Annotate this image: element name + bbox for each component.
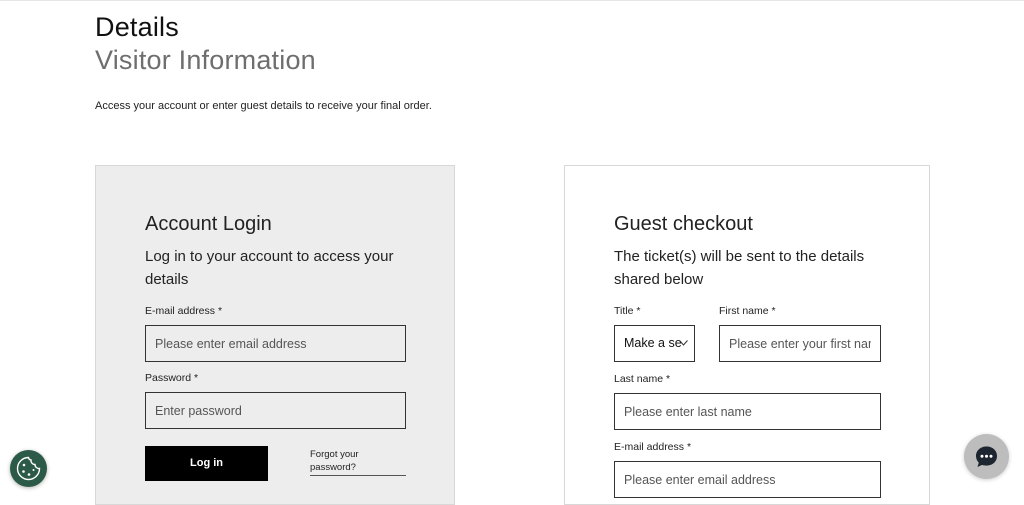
guest-title: Guest checkout <box>614 213 753 235</box>
page-subtitle: Visitor Information <box>95 45 316 75</box>
guest-checkout-panel: Guest checkout The ticket(s) will be sen… <box>564 165 930 505</box>
login-title: Account Login <box>145 213 272 235</box>
chat-bubble-icon <box>976 446 997 467</box>
page-title: Details <box>95 12 179 42</box>
login-email-field[interactable] <box>145 325 406 362</box>
last-name-field[interactable] <box>614 393 881 430</box>
login-password-field[interactable] <box>145 392 406 429</box>
chevron-down-icon <box>679 326 688 361</box>
forgot-password-link[interactable]: Forgot your password? <box>310 449 406 476</box>
email-label: E-mail address * <box>145 305 223 317</box>
guest-email-field[interactable] <box>614 461 881 498</box>
last-name-label: Last name * <box>614 373 671 385</box>
first-name-field[interactable] <box>719 325 881 362</box>
title-label: Title * <box>614 305 641 317</box>
first-name-label: First name * <box>719 305 776 317</box>
login-button[interactable]: Log in <box>145 446 268 481</box>
login-subtitle: Log in to your account to access your de… <box>145 248 394 288</box>
chat-button[interactable] <box>964 434 1009 479</box>
guest-email-label: E-mail address * <box>614 441 692 453</box>
title-select[interactable]: Make a se <box>614 325 695 362</box>
title-select-value: Make a se <box>624 336 682 350</box>
guest-subtitle: The ticket(s) will be sent to the detail… <box>614 248 865 288</box>
intro-text: Access your account or enter guest detai… <box>95 100 432 112</box>
account-login-panel: Account Login Log in to your account to … <box>95 165 455 505</box>
cookie-settings-button[interactable] <box>10 450 47 487</box>
cookie-icon <box>16 456 41 481</box>
password-label: Password * <box>145 372 199 384</box>
top-divider <box>0 0 1024 1</box>
